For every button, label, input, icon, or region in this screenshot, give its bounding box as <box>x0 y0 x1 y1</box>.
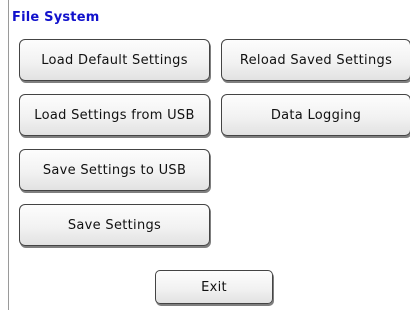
panel-left-border <box>8 0 9 310</box>
reload-saved-settings-button[interactable]: Reload Saved Settings <box>221 39 410 81</box>
data-logging-label: Data Logging <box>270 107 362 123</box>
file-system-panel: File System Load Default Settings Reload… <box>0 0 410 310</box>
exit-label: Exit <box>201 279 227 295</box>
save-settings-to-usb-label: Save Settings to USB <box>42 162 187 178</box>
load-default-settings-label: Load Default Settings <box>41 52 188 68</box>
load-default-settings-button[interactable]: Load Default Settings <box>19 39 210 81</box>
data-logging-button[interactable]: Data Logging <box>221 94 410 136</box>
load-settings-from-usb-button[interactable]: Load Settings from USB <box>19 94 210 136</box>
page-title: File System <box>12 10 100 25</box>
exit-button[interactable]: Exit <box>155 270 273 304</box>
save-settings-label: Save Settings <box>67 217 162 233</box>
save-settings-to-usb-button[interactable]: Save Settings to USB <box>19 149 210 191</box>
reload-saved-settings-label: Reload Saved Settings <box>239 52 393 68</box>
save-settings-button[interactable]: Save Settings <box>19 204 210 246</box>
load-settings-from-usb-label: Load Settings from USB <box>34 107 195 123</box>
